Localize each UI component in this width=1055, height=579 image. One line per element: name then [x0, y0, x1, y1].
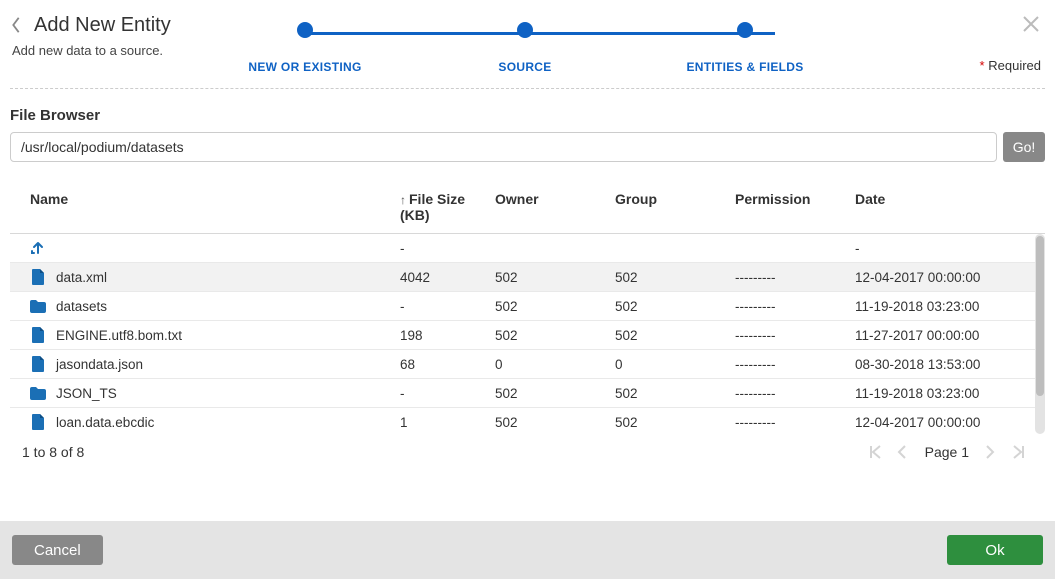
- stepper: NEW OR EXISTING SOURCE ENTITIES & FIELDS: [260, 22, 790, 74]
- required-label: * Required: [980, 58, 1041, 73]
- file-permission: ---------: [735, 270, 855, 285]
- file-permission: ---------: [735, 299, 855, 314]
- scrollbar[interactable]: [1035, 234, 1045, 434]
- file-icon: [30, 414, 46, 430]
- file-size: 4042: [400, 270, 495, 285]
- file-date: 12-04-2017 00:00:00: [855, 270, 1025, 285]
- file-size: -: [400, 241, 495, 256]
- pager-summary: 1 to 8 of 8: [22, 444, 84, 460]
- file-owner: 502: [495, 299, 615, 314]
- file-group: 502: [615, 270, 735, 285]
- file-owner: 0: [495, 357, 615, 372]
- file-date: 11-27-2017 00:00:00: [855, 328, 1025, 343]
- col-date[interactable]: Date: [855, 191, 1025, 223]
- file-size: -: [400, 299, 495, 314]
- table-row[interactable]: loan.data.ebcdic1502502---------12-04-20…: [10, 408, 1045, 434]
- file-permission: ---------: [735, 328, 855, 343]
- table-header: Name ↑File Size (KB) Owner Group Permiss…: [10, 181, 1045, 234]
- page-next-icon[interactable]: [985, 445, 997, 459]
- file-browser-label: File Browser: [10, 107, 1045, 124]
- table-row[interactable]: --: [10, 234, 1045, 263]
- col-owner[interactable]: Owner: [495, 191, 615, 223]
- file-group: 502: [615, 299, 735, 314]
- file-group: 0: [615, 357, 735, 372]
- file-permission: ---------: [735, 386, 855, 401]
- folder-icon: [30, 298, 46, 314]
- file-permission: ---------: [735, 357, 855, 372]
- step-source[interactable]: SOURCE: [480, 22, 570, 74]
- file-date: 11-19-2018 03:23:00: [855, 386, 1025, 401]
- file-group: 502: [615, 415, 735, 430]
- col-name[interactable]: Name: [30, 191, 400, 223]
- table-row[interactable]: ENGINE.utf8.bom.txt198502502---------11-…: [10, 321, 1045, 350]
- col-group[interactable]: Group: [615, 191, 735, 223]
- file-name: jasondata.json: [56, 357, 143, 372]
- ok-button[interactable]: Ok: [947, 535, 1043, 565]
- file-group: 502: [615, 386, 735, 401]
- page-title: Add New Entity: [34, 14, 171, 37]
- go-button[interactable]: Go!: [1003, 132, 1045, 162]
- file-date: -: [855, 241, 1025, 256]
- file-name: data.xml: [56, 270, 107, 285]
- table-row[interactable]: data.xml4042502502---------12-04-2017 00…: [10, 263, 1045, 292]
- file-size: -: [400, 386, 495, 401]
- page-label: Page 1: [925, 444, 969, 460]
- file-icon: [30, 269, 46, 285]
- file-name: ENGINE.utf8.bom.txt: [56, 328, 182, 343]
- file-date: 11-19-2018 03:23:00: [855, 299, 1025, 314]
- file-permission: ---------: [735, 415, 855, 430]
- file-owner: 502: [495, 386, 615, 401]
- file-name: loan.data.ebcdic: [56, 415, 154, 430]
- file-icon: [30, 356, 46, 372]
- col-filesize[interactable]: ↑File Size (KB): [400, 191, 495, 223]
- file-name: JSON_TS: [56, 386, 117, 401]
- file-date: 08-30-2018 13:53:00: [855, 357, 1025, 372]
- page-prev-icon[interactable]: [897, 445, 909, 459]
- file-size: 1: [400, 415, 495, 430]
- file-size: 68: [400, 357, 495, 372]
- file-group: 502: [615, 328, 735, 343]
- file-size: 198: [400, 328, 495, 343]
- file-name: datasets: [56, 299, 107, 314]
- file-icon: [30, 327, 46, 343]
- table-row[interactable]: datasets-502502---------11-19-2018 03:23…: [10, 292, 1045, 321]
- cancel-button[interactable]: Cancel: [12, 535, 103, 565]
- path-input[interactable]: [10, 132, 997, 162]
- step-entities-fields[interactable]: ENTITIES & FIELDS: [700, 22, 790, 74]
- file-owner: 502: [495, 415, 615, 430]
- step-new-or-existing[interactable]: NEW OR EXISTING: [260, 22, 350, 74]
- close-icon[interactable]: [1021, 14, 1041, 34]
- sort-asc-icon: ↑: [400, 193, 406, 207]
- folder-icon: [30, 385, 46, 401]
- page-last-icon[interactable]: [1013, 445, 1025, 459]
- page-first-icon[interactable]: [869, 445, 881, 459]
- file-owner: 502: [495, 328, 615, 343]
- file-date: 12-04-2017 00:00:00: [855, 415, 1025, 430]
- file-table: Name ↑File Size (KB) Owner Group Permiss…: [10, 180, 1045, 434]
- file-owner: 502: [495, 270, 615, 285]
- up-level-icon: [30, 240, 46, 256]
- table-row[interactable]: jasondata.json6800---------08-30-2018 13…: [10, 350, 1045, 379]
- col-permission[interactable]: Permission: [735, 191, 855, 223]
- back-icon[interactable]: [10, 16, 26, 36]
- table-row[interactable]: JSON_TS-502502---------11-19-2018 03:23:…: [10, 379, 1045, 408]
